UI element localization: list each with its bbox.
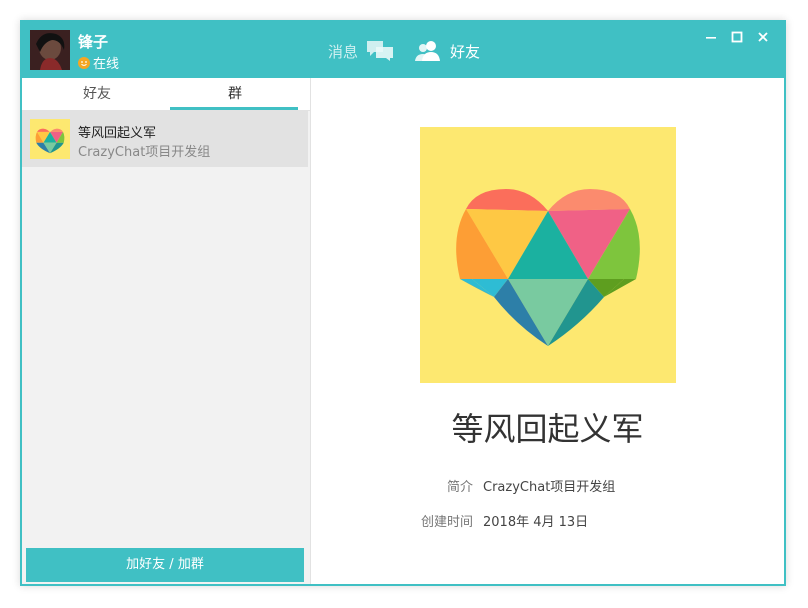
close-button[interactable] (756, 30, 770, 44)
nav-messages[interactable]: 消息 (328, 40, 394, 62)
active-tab-indicator (170, 107, 298, 110)
created-value: 2018年 4月 13日 (483, 515, 589, 530)
window-controls (704, 30, 770, 44)
users-icon (415, 41, 440, 61)
nav-friends[interactable]: 好友 (414, 40, 480, 62)
chat-bubbles-icon (367, 41, 394, 61)
maximize-button[interactable] (730, 30, 744, 44)
tab-bar: 好友 群 (22, 78, 310, 111)
smiley-status-icon (78, 56, 90, 69)
tab-groups[interactable]: 群 (166, 78, 304, 110)
minimize-icon (706, 37, 716, 39)
status-text: 在线 (93, 57, 120, 72)
close-icon (758, 32, 768, 42)
intro-label: 简介 (446, 480, 473, 495)
app-window: 锋子 在线 消息 好友 好友 群 等风回起义军 CrazyChat项目开发组 加… (20, 20, 786, 586)
nav-friends-label: 好友 (450, 42, 481, 61)
group-avatar-large (420, 127, 676, 383)
maximize-icon (731, 31, 743, 43)
group-name: 等风回起义军 (78, 126, 157, 141)
sidebar: 好友 群 等风回起义军 CrazyChat项目开发组 加好友 / 加群 (22, 78, 311, 584)
user-avatar[interactable] (30, 30, 70, 70)
heart-group-icon (30, 119, 70, 159)
avatar-image (30, 30, 70, 70)
created-label: 创建时间 (420, 515, 473, 530)
add-friend-group-button[interactable]: 加好友 / 加群 (26, 548, 304, 582)
group-detail-panel: 等风回起义军 简介 CrazyChat项目开发组 创建时间 2018年 4月 1… (311, 78, 784, 584)
nav-messages-label: 消息 (328, 42, 359, 61)
intro-value: CrazyChat项目开发组 (483, 480, 616, 495)
minimize-button[interactable] (704, 30, 718, 44)
group-title: 等风回起义军 (451, 410, 644, 448)
status-indicator[interactable]: 在线 (78, 53, 119, 72)
group-list-item[interactable]: 等风回起义军 CrazyChat项目开发组 (22, 111, 308, 167)
title-bar[interactable]: 锋子 在线 消息 好友 (22, 22, 784, 78)
username: 锋子 (78, 33, 109, 51)
tab-friends[interactable]: 好友 (28, 78, 166, 110)
heart-logo-icon (420, 127, 676, 383)
group-thumbnail (30, 119, 70, 159)
group-description: CrazyChat项目开发组 (78, 145, 211, 160)
